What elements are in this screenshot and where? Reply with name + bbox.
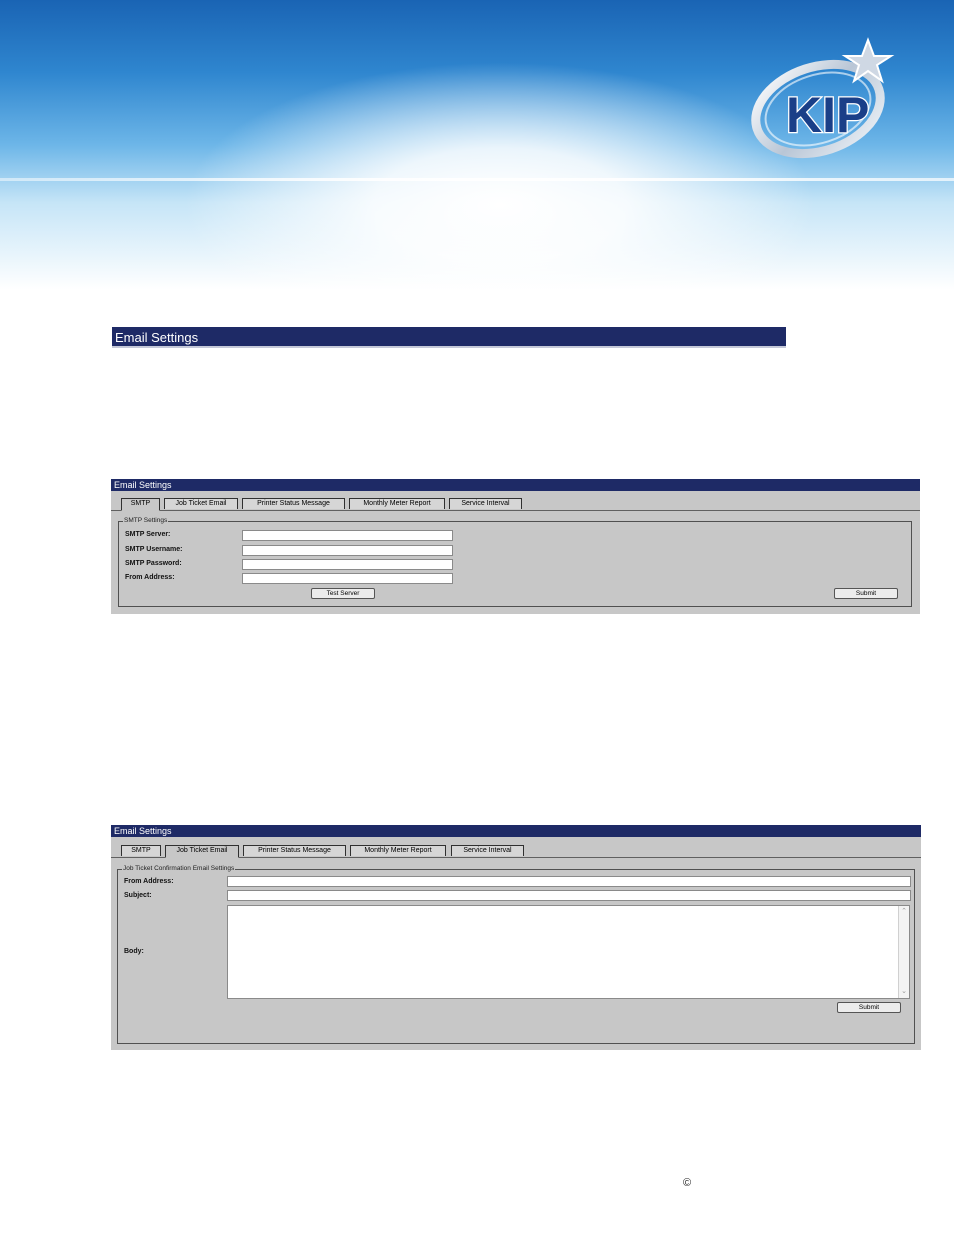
- tab-service-interval[interactable]: Service Interval: [449, 498, 522, 509]
- from-address-input[interactable]: [242, 573, 453, 584]
- smtp-username-label: SMTP Username:: [125, 546, 183, 553]
- scroll-down-icon[interactable]: ⌄: [900, 988, 908, 996]
- smtp-password-label: SMTP Password:: [125, 560, 182, 567]
- tab-printer-status-message[interactable]: Printer Status Message: [242, 498, 345, 509]
- smtp-password-input[interactable]: [242, 559, 453, 570]
- tab-smtp[interactable]: SMTP: [121, 498, 160, 511]
- submit-button[interactable]: Submit: [834, 588, 898, 599]
- test-server-button[interactable]: Test Server: [311, 588, 375, 599]
- tab-bar: SMTP Job Ticket Email Printer Status Mes…: [111, 845, 921, 858]
- copyright-symbol: ©: [683, 1177, 692, 1189]
- smtp-server-input[interactable]: [242, 530, 453, 541]
- panel-title: Email Settings: [111, 479, 920, 491]
- smtp-username-input[interactable]: [242, 545, 453, 556]
- kip-logo: KIP: [751, 37, 895, 159]
- from-address-label: From Address:: [125, 574, 175, 581]
- tab-smtp[interactable]: SMTP: [121, 845, 161, 856]
- from-address-label: From Address:: [124, 878, 174, 885]
- tab-monthly-meter-report[interactable]: Monthly Meter Report: [349, 498, 445, 509]
- banner-divider: [0, 178, 954, 181]
- scroll-up-icon[interactable]: ⌃: [900, 908, 908, 916]
- subject-label: Subject:: [124, 892, 152, 899]
- body-textarea[interactable]: ⌃ ⌄: [227, 905, 910, 999]
- tab-printer-status-message[interactable]: Printer Status Message: [243, 845, 346, 856]
- tab-service-interval[interactable]: Service Interval: [451, 845, 524, 856]
- job-ticket-email-panel: Email Settings SMTP Job Ticket Email Pri…: [111, 825, 921, 1050]
- section-heading: Email Settings: [112, 327, 786, 348]
- fieldset-legend: SMTP Settings: [123, 516, 169, 526]
- submit-button[interactable]: Submit: [837, 1002, 901, 1013]
- smtp-settings-panel: Email Settings SMTP Job Ticket Email Pri…: [111, 479, 920, 614]
- body-label: Body:: [124, 948, 144, 955]
- tab-monthly-meter-report[interactable]: Monthly Meter Report: [350, 845, 446, 856]
- tab-bar: SMTP Job Ticket Email Printer Status Mes…: [111, 498, 920, 511]
- body-scrollbar[interactable]: ⌃ ⌄: [898, 906, 909, 998]
- tab-job-ticket-email[interactable]: Job Ticket Email: [165, 845, 239, 858]
- subject-input[interactable]: [227, 890, 911, 901]
- smtp-settings-fieldset: SMTP Settings: [118, 516, 912, 607]
- kip-logo-text: KIP: [786, 87, 869, 143]
- from-address-input[interactable]: [227, 876, 911, 887]
- tab-job-ticket-email[interactable]: Job Ticket Email: [164, 498, 238, 509]
- panel-title: Email Settings: [111, 825, 921, 837]
- smtp-server-label: SMTP Server:: [125, 531, 171, 538]
- fieldset-legend: Job Ticket Confirmation Email Settings: [122, 864, 236, 874]
